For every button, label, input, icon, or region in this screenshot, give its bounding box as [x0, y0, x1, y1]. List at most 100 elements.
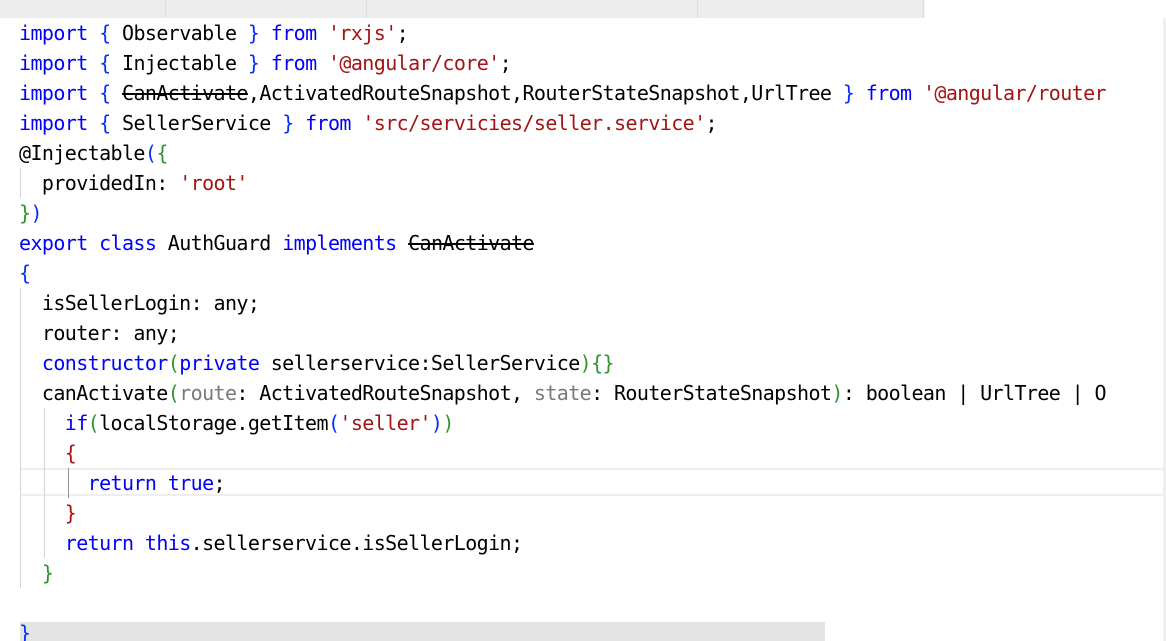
- editor-tab-bar: [0, 0, 1166, 18]
- token: route: [179, 381, 237, 405]
- token: }: [19, 201, 31, 225]
- token: ): [30, 201, 42, 225]
- token: router: any;: [41, 321, 180, 345]
- code-line-14: if(localStorage.getItem('seller')): [19, 408, 455, 438]
- code-line-9: {: [19, 258, 31, 288]
- token: ;: [705, 111, 718, 135]
- token: 'root': [179, 171, 248, 195]
- code-editor-window: import { Observable } from 'rxjs'; impor…: [0, 0, 1166, 641]
- token: isSellerLogin: any;: [41, 291, 260, 315]
- token: export: [19, 231, 88, 255]
- token: }: [19, 621, 31, 641]
- token: {: [19, 261, 31, 285]
- code-line-6: providedIn: 'root': [19, 168, 249, 198]
- token: localStorage.getItem: [99, 411, 328, 435]
- editor-tab[interactable]: [698, 0, 924, 18]
- token: (: [144, 141, 157, 165]
- bottom-selection-strip: [20, 622, 825, 641]
- token: 'seller': [339, 411, 431, 435]
- token: ): [831, 381, 843, 405]
- code-line-7: }): [19, 198, 43, 228]
- token: {: [99, 81, 111, 105]
- token: '@angular/router: [922, 81, 1107, 105]
- token: return: [87, 471, 157, 495]
- token: @Injectable: [19, 141, 145, 165]
- token: Injectable: [110, 51, 248, 75]
- token: {: [99, 21, 111, 45]
- code-line-19: }: [19, 558, 54, 588]
- token: : RouterStateSnapshot: [591, 381, 832, 405]
- token: import: [19, 111, 88, 135]
- token: {}: [591, 351, 614, 375]
- token: class: [99, 231, 157, 255]
- token: from: [270, 21, 317, 45]
- token: }: [842, 81, 855, 105]
- token: AuthGuard: [156, 231, 283, 255]
- token: import: [19, 51, 88, 75]
- code-line-1: import { Observable } from 'rxjs';: [19, 18, 409, 48]
- code-line-11: router: any;: [19, 318, 180, 348]
- token: ): [442, 411, 454, 435]
- code-line-5: @Injectable({: [19, 138, 168, 168]
- token: (: [167, 351, 180, 375]
- token-deprecated: CanActivate: [408, 231, 534, 255]
- token: this: [144, 531, 191, 555]
- token: implements: [282, 231, 397, 255]
- code-line-18: return this.sellerservice.isSellerLogin;: [19, 528, 523, 558]
- code-area[interactable]: import { Observable } from 'rxjs'; impor…: [0, 18, 1166, 641]
- token: return: [64, 531, 134, 555]
- editor-tab-active[interactable]: [925, 0, 1166, 18]
- code-line-8: export class AuthGuard implements CanAct…: [19, 228, 535, 258]
- token: .sellerservice.isSellerLogin;: [190, 531, 523, 555]
- token: }: [247, 21, 260, 45]
- token-deprecated: CanActivate: [122, 81, 248, 105]
- code-line-12: constructor(private sellerservice:Seller…: [19, 348, 615, 378]
- token: from: [305, 111, 351, 135]
- token: Observable: [110, 21, 248, 45]
- token: canActivate: [41, 381, 168, 405]
- token: 'rxjs': [327, 21, 397, 45]
- token: : boolean | UrlTree | O: [842, 381, 1107, 405]
- token: {: [99, 111, 111, 135]
- token: constructor: [41, 351, 168, 375]
- code-line-16: return true;: [19, 468, 226, 498]
- token: ;: [396, 21, 409, 45]
- token: if: [64, 411, 88, 435]
- code-line-4: import { SellerService } from 'src/servi…: [19, 108, 718, 138]
- code-line-17: }: [19, 498, 77, 528]
- token: (: [167, 381, 180, 405]
- editor-tab[interactable]: [367, 0, 698, 18]
- token: '@angular/core': [327, 51, 500, 75]
- token: from: [865, 81, 912, 105]
- token: import: [19, 21, 88, 45]
- token: {: [99, 51, 111, 75]
- token: from: [270, 51, 317, 75]
- token: {: [156, 141, 168, 165]
- code-line-20: }: [19, 618, 31, 641]
- token: }: [64, 501, 77, 525]
- token: state: [533, 381, 592, 405]
- token: 'src/servicies/seller.service': [362, 111, 706, 135]
- token: SellerService: [110, 111, 283, 135]
- code-line-2: import { Injectable } from '@angular/cor…: [19, 48, 512, 78]
- token: ;: [499, 51, 512, 75]
- editor-tab[interactable]: [166, 0, 367, 18]
- token: ): [430, 411, 443, 435]
- code-line-3: import { CanActivate,ActivatedRouteSnaps…: [19, 78, 1107, 108]
- token: }: [282, 111, 294, 135]
- editor-tab[interactable]: [0, 0, 166, 18]
- code-line-13: canActivate(route: ActivatedRouteSnapsho…: [19, 378, 1107, 408]
- token: (: [327, 411, 340, 435]
- token: true: [167, 471, 214, 495]
- token: {: [64, 441, 77, 465]
- token: ,ActivatedRouteSnapshot,RouterStateSnaps…: [247, 81, 843, 105]
- token: (: [87, 411, 100, 435]
- code-line-10: isSellerLogin: any;: [19, 288, 260, 318]
- token: sellerservice:SellerService: [259, 351, 581, 375]
- code-line-15: {: [19, 438, 77, 468]
- token: }: [41, 561, 54, 585]
- token: private: [179, 351, 260, 375]
- token: }: [247, 51, 260, 75]
- token: ): [579, 351, 592, 375]
- token: ;: [213, 471, 226, 495]
